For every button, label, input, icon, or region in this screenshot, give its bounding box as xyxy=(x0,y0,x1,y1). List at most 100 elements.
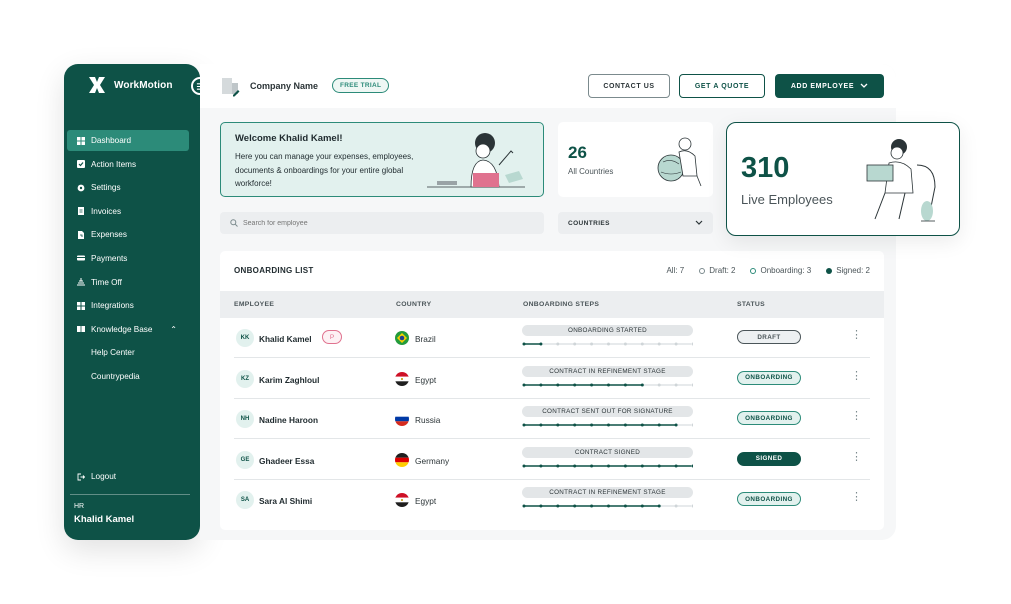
table-header: EMPLOYEE COUNTRY ONBOARDING STEPS STATUS xyxy=(220,291,884,318)
onboarding-progress xyxy=(522,504,693,508)
employee-name[interactable]: Nadine Haroon xyxy=(259,415,318,425)
workmotion-logo-icon xyxy=(86,74,108,96)
more-options-icon[interactable]: ⋮ xyxy=(851,411,862,422)
sidebar-item-help-center[interactable]: Help Center xyxy=(67,342,189,363)
sidebar-item-dashboard[interactable]: Dashboard xyxy=(67,130,189,151)
company-logo-icon[interactable] xyxy=(220,76,242,98)
logout-button[interactable]: Logout xyxy=(77,472,116,481)
filter-onboarding[interactable]: Onboarding: 3 xyxy=(750,266,811,275)
add-employee-label: ADD EMPLOYEE xyxy=(790,82,855,90)
column-employee[interactable]: EMPLOYEE xyxy=(234,301,274,308)
live-employees-count: 310 xyxy=(741,152,790,184)
woman-laptop-illustration xyxy=(427,133,525,188)
table-row[interactable]: KZ Karim Zaghloul Egypt CONTRACT IN REFINEM… xyxy=(234,359,870,399)
filter-signed[interactable]: Signed: 2 xyxy=(826,266,870,275)
invoice-icon xyxy=(77,207,85,216)
sidebar-divider xyxy=(70,494,190,495)
table-row[interactable]: KK Khalid Kamel P Brazil ONBOARDING STARTED D… xyxy=(234,318,870,358)
employee-name[interactable]: Karim Zaghloul xyxy=(259,375,319,385)
user-role: HR xyxy=(74,503,85,510)
chevron-up-icon: ⌃ xyxy=(170,324,177,334)
sidebar-item-label: Integrations xyxy=(91,301,134,311)
payments-icon xyxy=(77,254,85,262)
column-country[interactable]: COUNTRY xyxy=(396,301,431,308)
onboarding-step-label: CONTRACT IN REFINEMENT STAGE xyxy=(522,365,693,377)
sidebar-item-time-off[interactable]: Time Off xyxy=(67,272,189,293)
search-input[interactable] xyxy=(243,219,523,227)
sidebar-item-label: Payments xyxy=(91,253,128,263)
sidebar-item-label: Expenses xyxy=(91,230,127,240)
contact-us-button[interactable]: CONTACT US xyxy=(588,74,670,98)
employee-name[interactable]: Khalid Kamel xyxy=(259,334,312,344)
country-name: Germany xyxy=(415,455,450,466)
chevron-down-icon xyxy=(695,220,703,225)
chevron-down-icon xyxy=(860,83,868,88)
employee-name[interactable]: Ghadeer Essa xyxy=(259,456,314,466)
country-name: Egypt xyxy=(415,496,437,506)
workmotion-logo[interactable]: WorkMotion xyxy=(86,74,173,96)
countries-count: 26 xyxy=(568,143,587,162)
sidebar-item-label: Action Items xyxy=(91,159,137,169)
egypt-flag-icon xyxy=(395,371,409,386)
check-icon xyxy=(77,160,85,169)
status-badge: DRAFT xyxy=(737,330,801,344)
germany-flag-icon xyxy=(395,452,409,467)
expenses-icon xyxy=(77,230,85,239)
free-trial-badge: FREE TRIAL xyxy=(332,78,390,93)
get-a-quote-button[interactable]: GET A QUOTE xyxy=(679,74,765,98)
welcome-card: Welcome Khalid Kamel! Here you can manag… xyxy=(220,122,544,197)
live-employees-card[interactable]: 310 Live Employees xyxy=(726,122,960,236)
sidebar-item-label: Invoices xyxy=(91,206,122,216)
filter-draft[interactable]: Draft: 2 xyxy=(699,266,735,275)
more-options-icon[interactable]: ⋮ xyxy=(851,492,862,503)
welcome-text: Here you can manage your expenses, emplo… xyxy=(235,152,414,188)
table-row[interactable]: GE Ghadeer Essa Germany CONTRACT SIGNED SIGN… xyxy=(234,440,870,480)
column-status[interactable]: STATUS xyxy=(737,301,765,308)
avatar: GE xyxy=(236,450,254,469)
sidebar-nav: Dashboard Action Items Settings Invoices… xyxy=(67,130,189,390)
p-badge: P xyxy=(322,330,342,344)
sidebar-item-invoices[interactable]: Invoices xyxy=(67,201,189,222)
integrations-icon xyxy=(77,301,85,310)
onboarding-step-label: ONBOARDING STARTED xyxy=(522,325,693,336)
sidebar-item-countrypedia[interactable]: Countrypedia xyxy=(67,366,189,387)
countries-stat-card[interactable]: 26 All Countries xyxy=(558,122,713,197)
logout-label: Logout xyxy=(91,472,117,481)
radio-selected-icon xyxy=(826,267,833,274)
employee-name[interactable]: Sara Al Shimi xyxy=(259,496,312,506)
sidebar-item-payments[interactable]: Payments xyxy=(67,248,189,269)
add-employee-button[interactable]: ADD EMPLOYEE xyxy=(775,74,884,98)
avatar: KZ xyxy=(236,369,254,388)
company-name[interactable]: Company Name xyxy=(250,81,318,91)
table-row[interactable]: SA Sara Al Shimi Egypt CONTRACT IN REFINEME… xyxy=(234,480,870,520)
filter-all[interactable]: All: 7 xyxy=(666,266,684,275)
countries-dropdown-label: COUNTRIES xyxy=(568,219,610,227)
column-onboarding-steps[interactable]: ONBOARDING STEPS xyxy=(523,301,599,308)
sidebar-item-label: Settings xyxy=(91,183,121,193)
status-badge: ONBOARDING xyxy=(737,370,801,385)
sidebar-item-settings[interactable]: Settings xyxy=(67,177,189,198)
sidebar-item-integrations[interactable]: Integrations xyxy=(67,295,189,316)
countries-dropdown[interactable]: COUNTRIES xyxy=(558,212,713,234)
more-options-icon[interactable]: ⋮ xyxy=(851,451,862,463)
onboarding-progress xyxy=(522,464,693,467)
sidebar-item-action-items[interactable]: Action Items xyxy=(67,154,189,175)
onboarding-step-label: CONTRACT IN REFINEMENT STAGE xyxy=(522,487,693,498)
russia-flag-icon xyxy=(395,412,409,426)
sidebar-item-label: Help Center xyxy=(91,348,135,358)
user-name[interactable]: Khalid Kamel xyxy=(74,514,134,525)
time-off-icon xyxy=(77,278,85,286)
welcome-title: Welcome Khalid Kamel! xyxy=(235,133,343,144)
person-chair-illustration xyxy=(866,139,936,222)
employee-search[interactable] xyxy=(220,212,544,234)
country-name: Brazil xyxy=(415,334,436,344)
more-options-icon[interactable]: ⋮ xyxy=(851,330,862,341)
sidebar-item-label: Time Off xyxy=(91,277,122,287)
gear-icon xyxy=(77,184,85,192)
table-row[interactable]: NH Nadine Haroon Russia CONTRACT SENT OUT F… xyxy=(234,399,870,439)
onboarding-list-title: ONBOARDING LIST xyxy=(234,266,314,275)
brazil-flag-icon xyxy=(395,331,409,345)
more-options-icon[interactable]: ⋮ xyxy=(851,370,862,382)
sidebar-item-knowledge-base[interactable]: Knowledge Base ⌃ xyxy=(67,319,189,340)
sidebar-item-expenses[interactable]: Expenses xyxy=(67,224,189,245)
